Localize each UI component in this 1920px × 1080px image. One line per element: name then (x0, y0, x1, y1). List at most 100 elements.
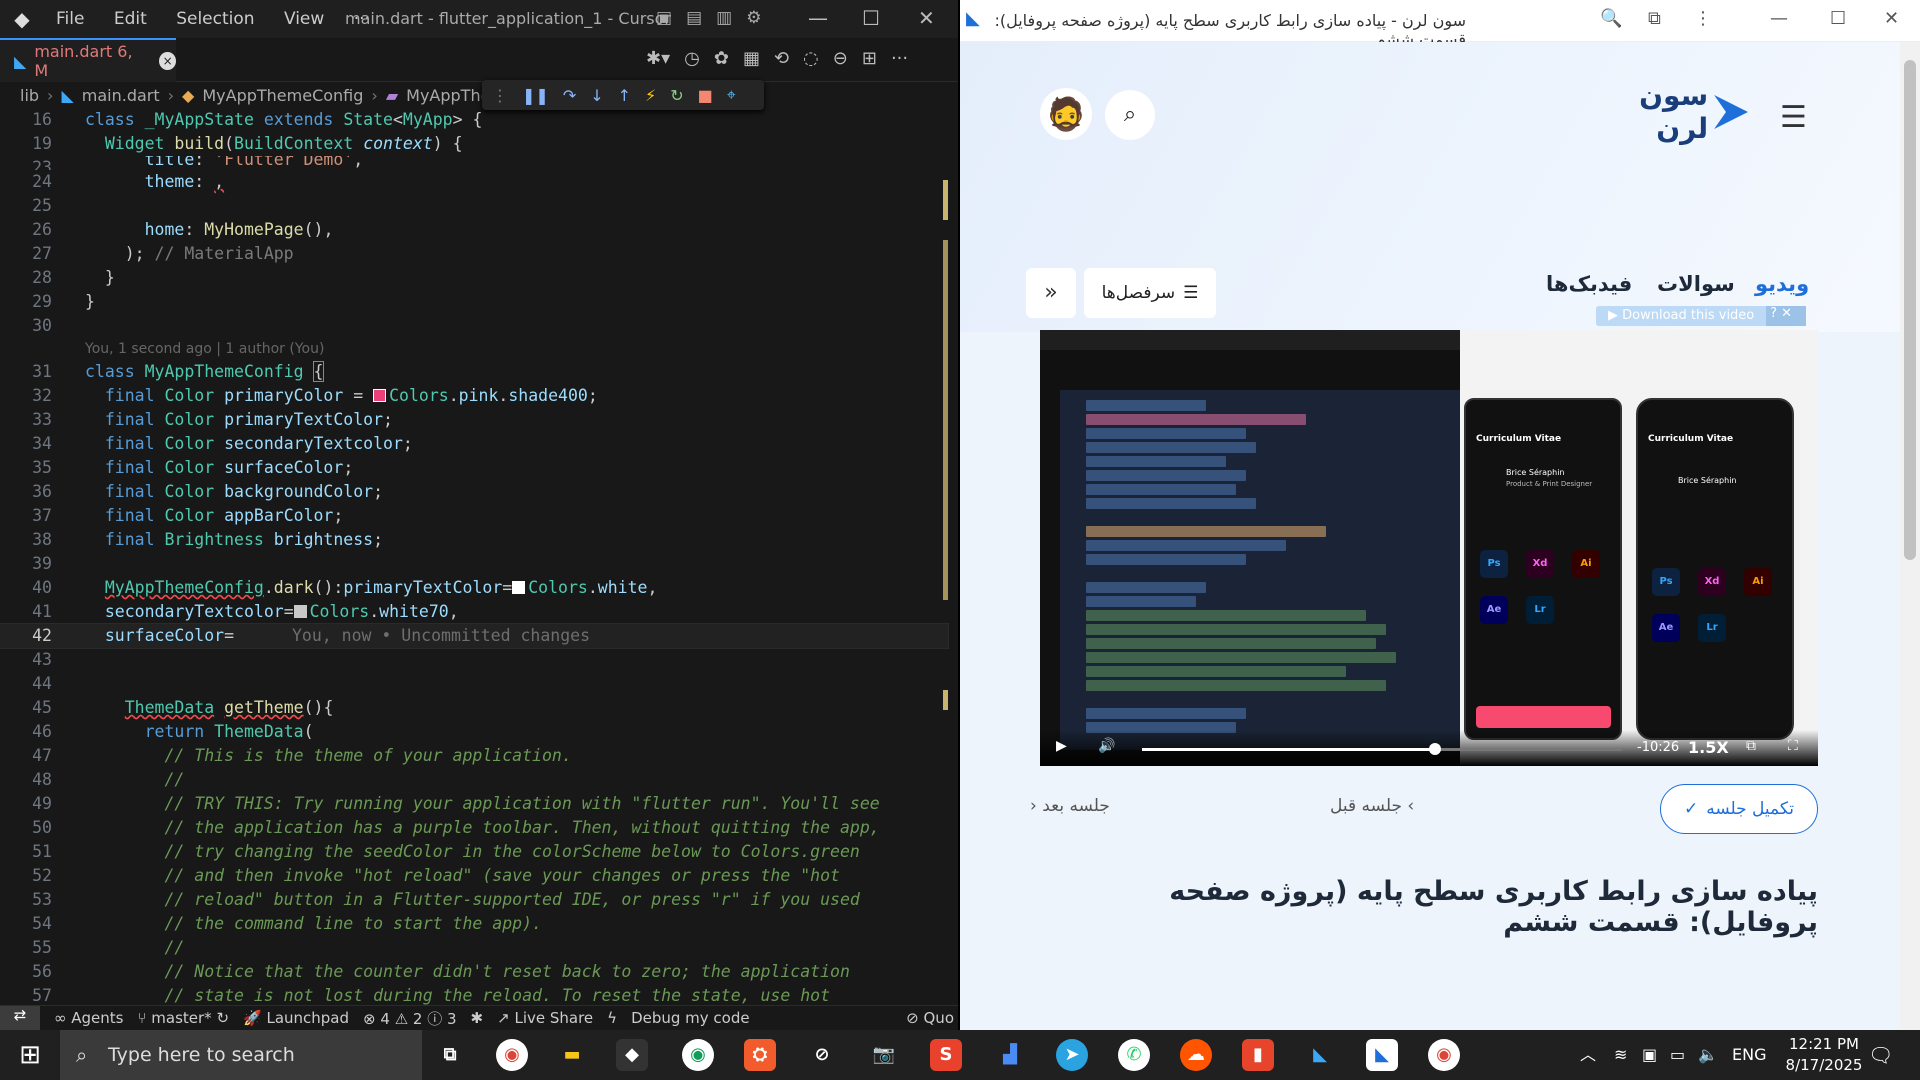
close-window-icon[interactable]: ✕ (918, 6, 935, 30)
remote-icon[interactable]: ⇄ (0, 1005, 40, 1030)
close-tab-icon[interactable]: × (159, 52, 176, 70)
chrome-icon[interactable]: ◉ (496, 1039, 528, 1071)
branch-status[interactable]: ⑂ master* ↻ (137, 1009, 229, 1027)
bug-icon[interactable]: ✱ (471, 1009, 484, 1027)
maximize-icon[interactable]: ☐ (1830, 8, 1846, 29)
sevenlearn-app-icon[interactable]: ◣ (1366, 1039, 1398, 1071)
next-session-link[interactable]: جلسه بعد ‹ (1030, 796, 1110, 816)
site-logo[interactable]: سون لرن (1578, 79, 1748, 145)
breadcrumb-file[interactable]: main.dart (82, 86, 160, 105)
hot-reload-icon[interactable]: ⚡ (645, 86, 656, 105)
breadcrumb-class[interactable]: MyAppThemeConfig (202, 86, 363, 105)
drag-handle-icon[interactable]: ⋮ (492, 86, 508, 105)
extensions-icon[interactable]: ⧉ (1648, 8, 1661, 29)
step-over-icon[interactable]: ↷ (563, 86, 576, 105)
play-icon[interactable]: ▶ (1056, 738, 1067, 754)
expand-sidebar-button[interactable]: » (1026, 268, 1076, 318)
user-avatar[interactable]: 🧔 (1040, 88, 1092, 140)
dart-app-icon[interactable]: ◣ (1304, 1039, 1336, 1071)
wifi-icon[interactable]: ≋ (1614, 1030, 1627, 1080)
video-progress-bar[interactable] (1142, 748, 1622, 751)
language-indicator[interactable]: ENG (1732, 1030, 1766, 1080)
chapters-button[interactable]: ☰ سرفصل‌ها (1084, 268, 1216, 318)
agents-status[interactable]: ∞ Agents (54, 1009, 123, 1027)
previous-session-link[interactable]: › جلسه قبل (1330, 796, 1414, 816)
telegram-icon[interactable]: ➤ (1056, 1039, 1088, 1071)
tab-feedback[interactable]: فیدبک‌ها (1546, 272, 1632, 296)
hamburger-menu-icon[interactable]: ☰ (1780, 100, 1807, 135)
more-menu-icon[interactable]: ⋮ (1694, 8, 1712, 29)
cursor-icon[interactable]: ⊘ (806, 1039, 838, 1071)
menu-edit[interactable]: Edit (102, 9, 159, 29)
step-out-icon[interactable]: ↑ (618, 86, 631, 105)
stop-icon[interactable]: ■ (698, 86, 713, 105)
battery-icon[interactable]: ▭ (1670, 1030, 1685, 1080)
cursor-logo-icon[interactable]: ◆ (0, 7, 44, 31)
codelens-blame[interactable]: You, 1 second ago | 1 author (You) (85, 341, 324, 357)
camera-icon[interactable]: 📷 (868, 1039, 900, 1071)
step-into-icon[interactable]: ↓ (590, 86, 603, 105)
go-back-icon[interactable]: ⟲ (774, 48, 789, 69)
debug-status[interactable]: Debug my code (631, 1009, 750, 1027)
scrollbar-thumb[interactable] (943, 240, 948, 600)
maximize-icon[interactable]: ☐ (862, 6, 880, 30)
playback-speed[interactable]: 1.5X (1688, 738, 1729, 757)
tab-video[interactable]: ویدیو (1755, 272, 1809, 296)
task-view-icon[interactable]: ⧉ (434, 1039, 466, 1071)
search-button[interactable]: ⌕ (1105, 90, 1155, 140)
more-actions-icon[interactable]: ··· (891, 48, 908, 69)
complete-session-button[interactable]: تکمیل جلسه ✓ (1660, 784, 1818, 834)
pause-icon[interactable]: ❚❚ (522, 86, 549, 105)
code-area[interactable]: 16 class _MyAppState extends State<MyApp>… (0, 108, 958, 1008)
taskbar-search-input[interactable]: ⌕ Type here to search (60, 1030, 422, 1080)
problems-status[interactable]: ⊗ 4 ⚠ 2 ⓘ 3 (363, 1008, 457, 1029)
toggle-sidebar-icon[interactable]: ▣ (656, 8, 672, 28)
live-share-status[interactable]: ↗ Live Share (497, 1009, 593, 1027)
sublime-icon[interactable]: S (930, 1039, 962, 1071)
download-video-overlay[interactable]: ▶ Download this video (1596, 306, 1792, 326)
openai-icon[interactable]: ✿ (714, 48, 729, 69)
debug-run-icon[interactable]: ✱▾ (646, 48, 670, 69)
cursor-app-icon[interactable]: ◆ (616, 1039, 648, 1071)
volume-icon[interactable]: 🔈 (1698, 1030, 1718, 1080)
toggle-panel-icon[interactable]: ▤ (686, 8, 702, 28)
lightning-icon[interactable]: ϟ (607, 1009, 617, 1027)
video-player[interactable]: Curriculum Vitae Brice Séraphin Product … (1040, 330, 1818, 766)
windows-start-icon[interactable]: ⊞ (0, 1030, 60, 1080)
breadcrumb-lib[interactable]: lib (20, 86, 39, 105)
fullscreen-icon[interactable]: ⛶ (1788, 738, 1798, 754)
tab-main-dart[interactable]: ◣ main.dart 6, M × (0, 38, 176, 82)
soundcloud-icon[interactable]: ☁ (1180, 1039, 1212, 1071)
settings-gear-icon[interactable]: ⚙ (746, 8, 761, 28)
menu-view[interactable]: View (272, 9, 336, 29)
close-window-icon[interactable]: ✕ (1884, 8, 1899, 29)
compare-icon[interactable]: ⊖ (833, 48, 848, 69)
file-explorer-icon[interactable]: ▬ (556, 1039, 588, 1071)
page-scrollbar[interactable] (1900, 42, 1920, 1030)
tray-chevron-icon[interactable]: ︿ (1580, 1030, 1596, 1080)
launchpad-status[interactable]: 🚀 Launchpad (243, 1009, 349, 1027)
chart-app-icon[interactable]: ▟ (994, 1039, 1026, 1071)
inspect-widget-icon[interactable]: ⌖ (727, 85, 736, 105)
picture-in-picture-icon[interactable]: ⧉ (1746, 738, 1756, 754)
xampp-icon[interactable]: ⛭ (744, 1039, 776, 1071)
menu-selection[interactable]: Selection (164, 9, 266, 29)
system-clock[interactable]: 12:21 PM 8/17/2025 (1774, 1034, 1874, 1076)
notifications-icon[interactable]: 🗨 (1868, 1030, 1893, 1080)
chrome-profile-icon[interactable]: ◉ (682, 1039, 714, 1071)
meet-icon[interactable]: ▣ (1642, 1030, 1657, 1080)
quota-status[interactable]: ⊘ Quo (906, 1009, 954, 1027)
toggle-aux-bar-icon[interactable]: ▥ (716, 8, 732, 28)
volume-icon[interactable]: 🔊 (1098, 738, 1115, 754)
minimize-icon[interactable]: — (1770, 8, 1788, 29)
split-editor-icon[interactable]: ⊞ (862, 48, 877, 69)
chrome-second-icon[interactable]: ◉ (1428, 1039, 1460, 1071)
minimize-icon[interactable]: — (808, 6, 828, 30)
audio-app-icon[interactable]: ▮ (1242, 1039, 1274, 1071)
go-forward-icon[interactable]: ◌ (803, 48, 819, 69)
restart-icon[interactable]: ↻ (670, 86, 683, 105)
download-overlay-controls[interactable]: ? ✕ (1766, 306, 1806, 326)
flutter-icon[interactable]: ▦ (743, 48, 760, 69)
menu-file[interactable]: File (44, 9, 96, 29)
whatsapp-icon[interactable]: ✆ (1118, 1039, 1150, 1071)
